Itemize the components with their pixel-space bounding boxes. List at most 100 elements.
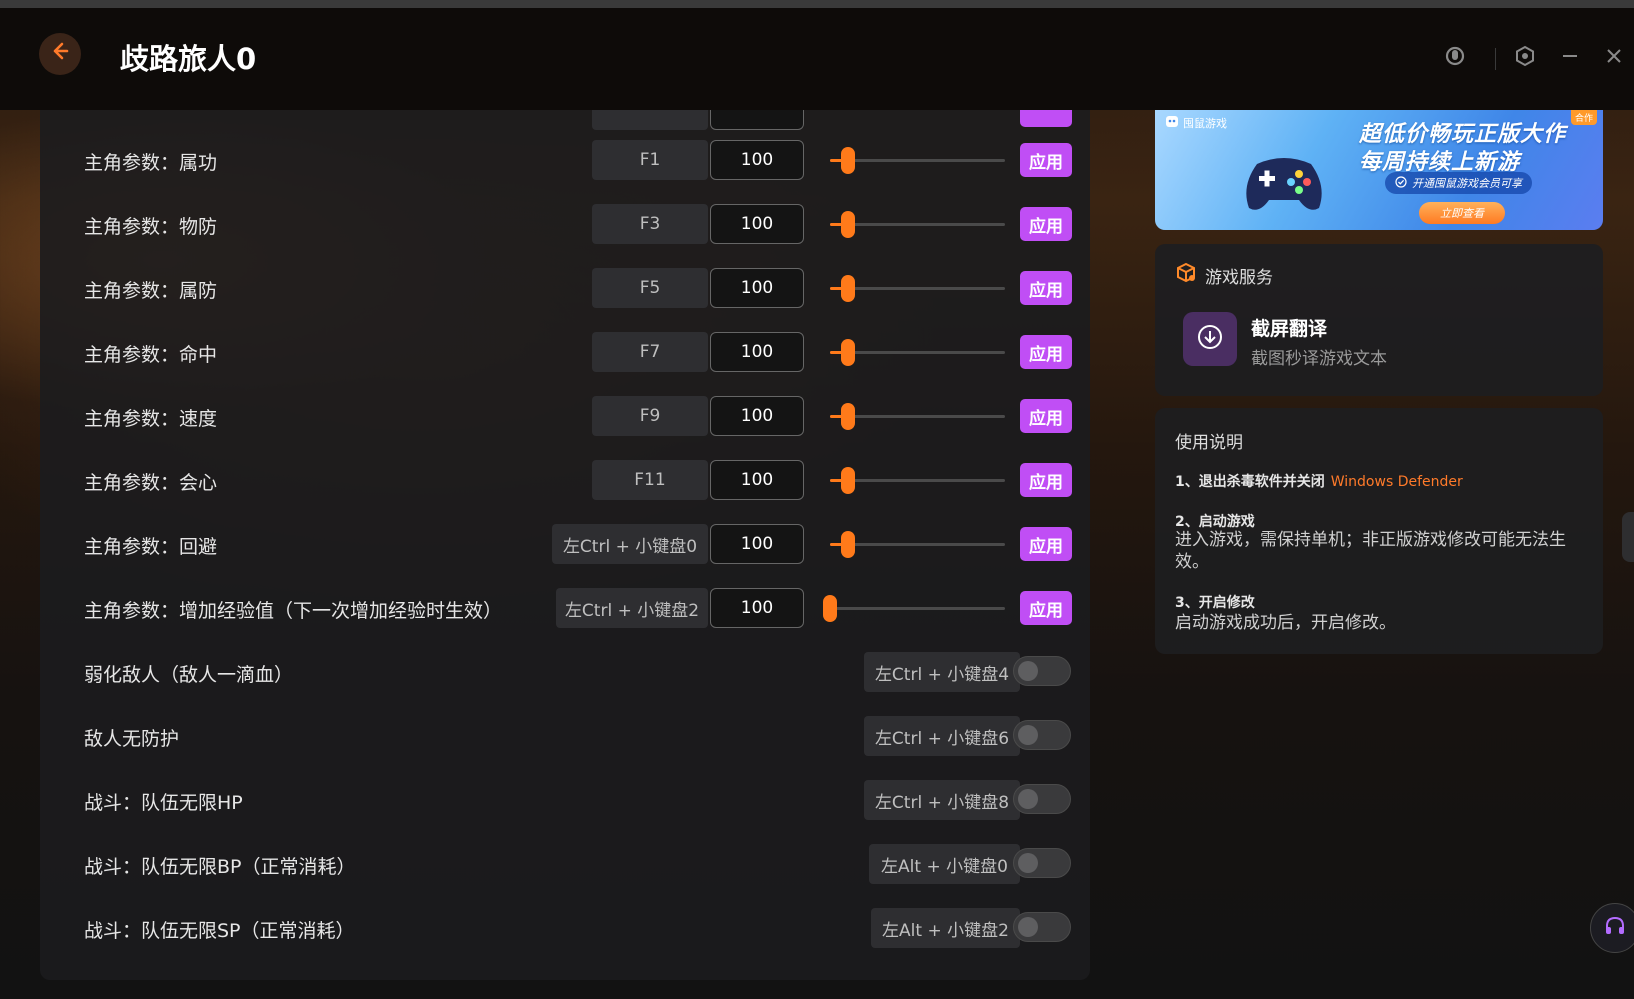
apply-button[interactable]: 应用: [1020, 591, 1072, 625]
hotkey-badge[interactable]: F1: [592, 140, 708, 180]
value-input[interactable]: 100: [710, 268, 804, 308]
usage-heading: 使用说明: [1175, 433, 1243, 453]
value-slider[interactable]: [830, 403, 1005, 430]
banner-member-pill: 开通囤鼠游戏会员可享: [1385, 172, 1532, 194]
step-1-accent: Windows Defender: [1330, 474, 1463, 490]
side-panel-handle[interactable]: [1622, 512, 1634, 562]
value-input[interactable]: 100: [710, 588, 804, 628]
minimize-button[interactable]: [1556, 44, 1584, 72]
apply-button[interactable]: 应用: [1020, 335, 1072, 369]
close-button[interactable]: [1600, 44, 1628, 72]
screenshot-translate-button[interactable]: [1183, 312, 1237, 366]
value-slider[interactable]: [830, 531, 1005, 558]
apply-button[interactable]: 应用: [1020, 527, 1072, 561]
option-toggle[interactable]: [1013, 912, 1071, 942]
value-slider[interactable]: [823, 595, 1005, 622]
value-input[interactable]: 100: [710, 204, 804, 244]
slider-thumb[interactable]: [840, 339, 855, 366]
option-toggle[interactable]: [1013, 720, 1071, 750]
value-slider[interactable]: [830, 339, 1005, 366]
slider-thumb[interactable]: [840, 147, 855, 174]
option-label: 主角参数：速度: [84, 408, 218, 430]
slider-row: 主角参数：属功 F1 100 应用: [40, 130, 1090, 190]
hotkey-badge[interactable]: F9: [592, 396, 708, 436]
banner-brand: 囤鼠游戏: [1165, 114, 1227, 131]
value-slider[interactable]: [830, 467, 1005, 494]
check-circle-icon: [1395, 175, 1407, 191]
option-toggle[interactable]: [1013, 656, 1071, 686]
back-button[interactable]: [39, 33, 81, 75]
value-input[interactable]: 100: [710, 460, 804, 500]
step-3-body: 启动游戏成功后，开启修改。: [1175, 613, 1396, 633]
minimize-icon: [1560, 46, 1580, 71]
option-toggle[interactable]: [1013, 784, 1071, 814]
value-input[interactable]: 100: [710, 396, 804, 436]
hotkey-badge[interactable]: F7: [592, 332, 708, 372]
settings-button[interactable]: [1511, 44, 1539, 72]
slider-thumb[interactable]: [840, 531, 855, 558]
step-1-title: 1、退出杀毒软件并关闭: [1175, 474, 1325, 490]
value-input[interactable]: 100: [710, 332, 804, 372]
cheat-options-panel: 主角参数：属功 F1 100 应用 主角参数：物防 F3 100 应用 主角参数…: [40, 110, 1090, 980]
apply-button[interactable]: 应用: [1020, 271, 1072, 305]
step-1: 1、退出杀毒软件并关闭 Windows Defender: [1175, 471, 1463, 491]
value-input[interactable]: [710, 110, 804, 130]
value-input[interactable]: 100: [710, 140, 804, 180]
apply-button[interactable]: [1020, 110, 1072, 127]
page-title: 歧路旅人0: [120, 42, 257, 76]
option-label: 主角参数：属功: [84, 152, 218, 174]
hotkey-badge[interactable]: F11: [592, 460, 708, 500]
support-button[interactable]: [1590, 903, 1634, 953]
game-service-card: 游戏服务 截屏翻译 截图秒译游戏文本: [1155, 244, 1603, 396]
slider-thumb[interactable]: [840, 211, 855, 238]
title-separator: [1495, 48, 1496, 70]
option-toggle[interactable]: [1013, 848, 1071, 878]
banner-badge: 合作: [1570, 110, 1597, 125]
service-heading: 游戏服务: [1205, 268, 1273, 288]
toggle-row: 战斗：队伍无限SP（正常消耗） 左Alt + 小键盘2: [40, 898, 1090, 958]
step-3-title: 3、开启修改: [1175, 595, 1255, 611]
option-label: 主角参数：物防: [84, 216, 218, 238]
hotkey-badge: [592, 110, 708, 130]
hotkey-badge[interactable]: 左Ctrl + 小键盘0: [552, 524, 708, 564]
hotkey-badge[interactable]: 左Ctrl + 小键盘2: [556, 588, 708, 628]
slider-row: 主角参数：会心 F11 100 应用: [40, 450, 1090, 510]
hotkey-badge[interactable]: 左Alt + 小键盘0: [869, 844, 1020, 884]
slider-row: 主角参数：回避 左Ctrl + 小键盘0 100 应用: [40, 514, 1090, 574]
slider-thumb[interactable]: [840, 275, 855, 302]
value-slider[interactable]: [830, 275, 1005, 302]
value-slider[interactable]: [830, 211, 1005, 238]
slider-thumb[interactable]: [823, 595, 837, 622]
mouse-logo-icon: [1165, 114, 1179, 131]
hotkey-badge[interactable]: 左Alt + 小键盘2: [871, 908, 1020, 948]
hotkey-badge[interactable]: 左Ctrl + 小键盘8: [864, 780, 1020, 820]
slider-thumb[interactable]: [840, 403, 855, 430]
slider-row: 主角参数：物防 F3 100 应用: [40, 194, 1090, 254]
hotkey-badge[interactable]: 左Ctrl + 小键盘6: [864, 716, 1020, 756]
value-input[interactable]: 100: [710, 524, 804, 564]
apply-button[interactable]: 应用: [1020, 143, 1072, 177]
service-item-name[interactable]: 截屏翻译: [1251, 314, 1327, 341]
option-label: 主角参数：增加经验值（下一次增加经验时生效）: [84, 600, 503, 622]
apply-button[interactable]: 应用: [1020, 207, 1072, 241]
apply-button[interactable]: 应用: [1020, 399, 1072, 433]
hotkey-badge[interactable]: F3: [592, 204, 708, 244]
banner-cta-button[interactable]: 立即查看: [1419, 202, 1505, 224]
hotkey-badge[interactable]: F5: [592, 268, 708, 308]
hotkey-badge[interactable]: 左Ctrl + 小键盘4: [864, 652, 1020, 692]
slider-row: 主角参数：速度 F9 100 应用: [40, 386, 1090, 446]
value-slider[interactable]: [830, 147, 1005, 174]
option-label: 敌人无防护: [84, 728, 180, 750]
banner-brand-text: 囤鼠游戏: [1183, 116, 1227, 130]
option-label: 主角参数：回避: [84, 536, 218, 558]
window-top-border: [0, 0, 1634, 8]
close-icon: [1604, 46, 1624, 71]
apply-button[interactable]: 应用: [1020, 463, 1072, 497]
settings-hex-icon: [1514, 45, 1536, 72]
promo-banner[interactable]: 囤鼠游戏 合作 超低价畅玩正版大作 每周持续上新游 开通囤鼠游戏会员可享 立即查…: [1155, 110, 1603, 230]
headset-status-button[interactable]: [1441, 44, 1469, 72]
headphones-icon: [1603, 914, 1627, 942]
toggle-row: 战斗：队伍无限BP（正常消耗） 左Alt + 小键盘0: [40, 834, 1090, 894]
slider-thumb[interactable]: [840, 467, 855, 494]
download-circle-icon: [1195, 322, 1225, 356]
